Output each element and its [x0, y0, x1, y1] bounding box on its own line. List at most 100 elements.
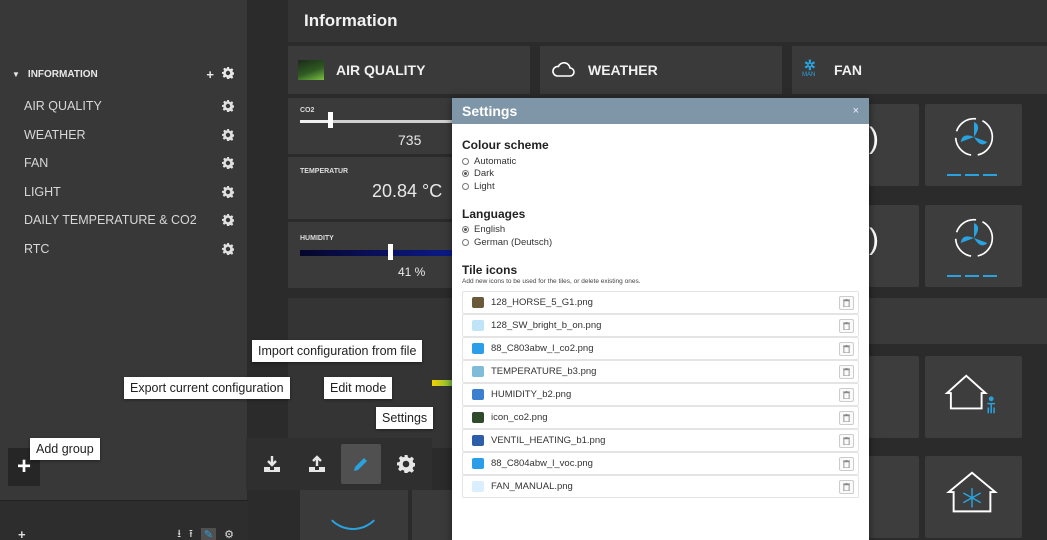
- house-snow-tile[interactable]: [925, 456, 1022, 538]
- gear-icon[interactable]: [222, 67, 234, 79]
- trash-icon: [843, 321, 850, 330]
- import-button[interactable]: [297, 444, 337, 484]
- trash-icon: [843, 459, 850, 468]
- humidity-label: HUMIDITY: [300, 235, 334, 242]
- sidebar-item-fan[interactable]: FAN: [0, 149, 248, 178]
- add-group-tooltip: Add group: [30, 438, 100, 460]
- tile-weather-header[interactable]: WEATHER: [540, 46, 782, 94]
- icon-thumbnail: [472, 365, 484, 377]
- gear-icon[interactable]: [222, 214, 234, 227]
- tile-fan-header[interactable]: ✲ MAN FAN: [792, 46, 1047, 94]
- radio-selected-icon[interactable]: [462, 226, 469, 234]
- icon-thumbnail: [472, 457, 484, 469]
- settings-tooltip: Settings: [376, 407, 434, 429]
- fan-partial-icon: ): [869, 223, 879, 256]
- radio-icon[interactable]: [462, 182, 469, 190]
- sidebar-item-label: LIGHT: [24, 184, 61, 199]
- icon-filename: VENTIL_HEATING_b1.png: [491, 434, 606, 446]
- download-icon: [264, 456, 281, 472]
- tile-icon-row: VENTIL_HEATING_b1.png: [462, 428, 859, 452]
- tile-icon-row: TEMPERATURE_b3.png: [462, 359, 859, 383]
- house-tile-2[interactable]: [869, 456, 919, 538]
- icon-thumbnail: [472, 319, 484, 331]
- delete-icon-button[interactable]: [839, 479, 854, 494]
- tile-icon-row: icon_co2.png: [462, 405, 859, 429]
- tile-title: FAN: [834, 62, 862, 78]
- sidebar-item-air-quality[interactable]: AIR QUALITY: [0, 92, 248, 121]
- tile-icons-section: Tile icons Add new icons to be used for …: [462, 263, 859, 498]
- icon-thumbnail: [472, 388, 484, 400]
- trash-icon: [843, 298, 850, 307]
- colour-option-automatic[interactable]: Automatic: [462, 155, 859, 168]
- co2-slider-handle[interactable]: [328, 112, 333, 128]
- gear-icon[interactable]: [222, 100, 234, 113]
- fan-partial-icon: ): [869, 122, 879, 155]
- house-person-icon: [944, 374, 996, 414]
- gear-icon[interactable]: [222, 242, 234, 255]
- pencil-icon[interactable]: ✎: [200, 528, 217, 540]
- icon-thumbnail: [472, 480, 484, 492]
- add-tile-icon[interactable]: +: [206, 67, 214, 82]
- house-tile-1[interactable]: [869, 356, 919, 438]
- radio-selected-icon[interactable]: [462, 170, 469, 178]
- gear-icon[interactable]: [222, 157, 234, 170]
- delete-icon-button[interactable]: [839, 295, 854, 310]
- download-icon[interactable]: ⭳: [177, 525, 181, 540]
- delete-icon-button[interactable]: [839, 318, 854, 333]
- fan-level-bars: [947, 174, 1001, 176]
- radio-icon[interactable]: [462, 157, 469, 165]
- language-option-english[interactable]: English: [462, 224, 859, 237]
- delete-icon-button[interactable]: [839, 341, 854, 356]
- icon-filename: 128_SW_bright_b_on.png: [491, 319, 602, 331]
- gear-icon[interactable]: [222, 185, 234, 198]
- co2-value: 735: [398, 132, 422, 148]
- languages-title: Languages: [462, 206, 526, 221]
- gear-icon[interactable]: [222, 128, 234, 141]
- house-person-tile[interactable]: [925, 356, 1022, 438]
- fan-tile-auto-2[interactable]: [925, 205, 1022, 287]
- icon-thumbnail: [472, 296, 484, 308]
- gear-icon[interactable]: ⚙: [224, 528, 234, 540]
- sidebar-item-light[interactable]: LIGHT: [0, 178, 248, 207]
- fan-tile-auto-1[interactable]: [925, 104, 1022, 186]
- colour-option-dark[interactable]: Dark: [462, 168, 859, 181]
- language-option-german[interactable]: German (Deutsch): [462, 236, 859, 249]
- colour-scheme-title: Colour scheme: [462, 138, 549, 152]
- close-icon[interactable]: ×: [853, 105, 859, 117]
- tile-air-quality-header[interactable]: AIR QUALITY: [288, 46, 530, 94]
- caret-down-icon[interactable]: ▼: [12, 70, 20, 79]
- settings-button[interactable]: [386, 444, 426, 484]
- upload-icon[interactable]: ⭱: [189, 525, 193, 540]
- trash-icon: [843, 367, 850, 376]
- delete-icon-button[interactable]: [839, 456, 854, 471]
- tile-icon-row: 128_HORSE_5_G1.png: [462, 290, 859, 314]
- delete-icon-button[interactable]: [839, 433, 854, 448]
- colour-option-light[interactable]: Light: [462, 180, 859, 193]
- co2-label: CO2: [300, 107, 315, 114]
- sidebar-item-rtc[interactable]: RTC: [0, 235, 248, 264]
- sidebar-item-label: DAILY TEMPERATURE & CO2: [24, 213, 197, 228]
- sidebar-group-information[interactable]: ▼ INFORMATION +: [0, 62, 248, 86]
- icon-thumbnail: [472, 342, 484, 354]
- edit-mode-button[interactable]: [341, 444, 382, 484]
- delete-icon-button[interactable]: [839, 410, 854, 425]
- export-button[interactable]: [252, 444, 292, 484]
- pencil-icon: [354, 458, 368, 471]
- trash-icon: [843, 413, 850, 422]
- sidebar-item-weather[interactable]: WEATHER: [0, 121, 248, 150]
- sidebar-list: AIR QUALITY WEATHER FAN LIGHT DAILY TEMP…: [0, 92, 248, 263]
- delete-icon-button[interactable]: [839, 364, 854, 379]
- option-label: Automatic: [474, 155, 517, 167]
- fan-tile-1[interactable]: ): [869, 104, 919, 186]
- option-label: German (Deutsch): [474, 236, 553, 248]
- plus-icon[interactable]: +: [18, 527, 26, 540]
- humidity-slider-handle[interactable]: [388, 244, 393, 260]
- sidebar-item-daily-temperature-co2[interactable]: DAILY TEMPERATURE & CO2: [0, 206, 248, 235]
- delete-icon-button[interactable]: [839, 387, 854, 402]
- house-snowflake-icon: [946, 471, 998, 513]
- radio-icon[interactable]: [462, 238, 469, 246]
- fan-tile-2[interactable]: ): [869, 205, 919, 287]
- color-scale-strip: [432, 380, 452, 386]
- sidebar-item-label: RTC: [24, 241, 50, 256]
- languages-section: Languages English German (Deutsch): [462, 207, 859, 249]
